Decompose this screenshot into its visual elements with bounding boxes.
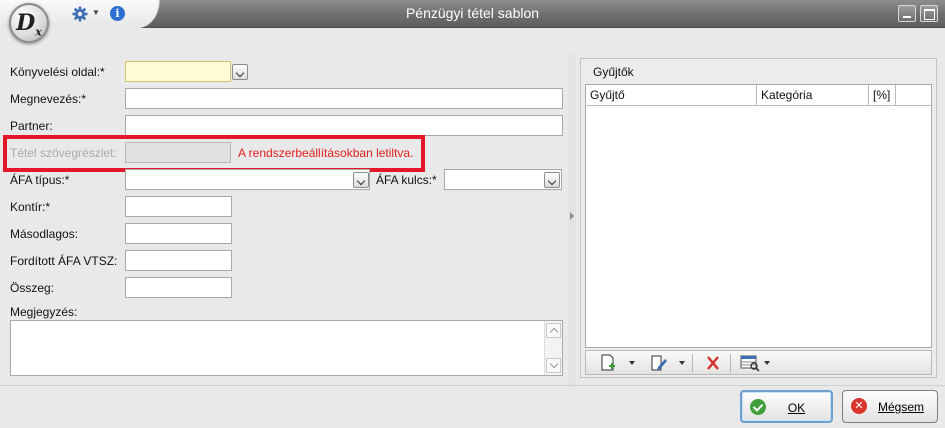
minimize-button[interactable] bbox=[898, 5, 916, 22]
highlight-frame bbox=[3, 135, 425, 172]
ok-button[interactable]: OK bbox=[740, 390, 833, 423]
afa-kulcs-dropdown-button[interactable] bbox=[544, 172, 560, 188]
gyujtok-toolbar bbox=[585, 350, 932, 375]
partner-field[interactable] bbox=[125, 115, 563, 136]
column-header-gyujto[interactable]: Gyűjtő bbox=[586, 85, 757, 106]
app-logo[interactable]: Dx bbox=[9, 3, 49, 43]
grid-view-icon[interactable] bbox=[740, 354, 760, 372]
megnevezes-field[interactable] bbox=[125, 88, 563, 109]
column-header-percent[interactable]: [%] bbox=[869, 85, 896, 106]
toolbar-separator bbox=[692, 354, 693, 372]
osszeg-field[interactable] bbox=[125, 277, 232, 298]
form-panel: Könyvelési oldal:* Megnevezés:* Partner:… bbox=[0, 55, 568, 385]
cancel-button-label: Mégsem bbox=[877, 400, 924, 414]
grid-header: Gyűjtő Kategória [%] bbox=[586, 85, 931, 106]
megjegyzes-textarea[interactable] bbox=[10, 320, 563, 376]
masodlagos-field[interactable] bbox=[125, 223, 232, 244]
partner-label: Partner: bbox=[10, 119, 53, 133]
osszeg-label: Összeg: bbox=[10, 281, 55, 295]
new-icon[interactable] bbox=[600, 354, 616, 372]
megnevezes-label: Megnevezés:* bbox=[10, 92, 87, 106]
delete-icon[interactable] bbox=[705, 354, 721, 372]
textarea-scrollbar[interactable] bbox=[544, 321, 562, 375]
ok-button-label: OK bbox=[787, 401, 806, 415]
masodlagos-label: Másodlagos: bbox=[10, 227, 79, 241]
title-bar: ▼ i Pénzügyi tétel sablon bbox=[0, 0, 945, 28]
maximize-button[interactable] bbox=[920, 5, 938, 22]
afa-tipus-dropdown-button[interactable] bbox=[353, 172, 369, 188]
scroll-up-icon[interactable] bbox=[546, 323, 561, 338]
toolbar-separator bbox=[730, 354, 731, 372]
megjegyzes-text bbox=[11, 321, 562, 327]
chevron-down-icon[interactable] bbox=[679, 361, 685, 365]
afa-kulcs-label: ÁFA kulcs:* bbox=[376, 173, 437, 187]
konyvelesi-oldal-select[interactable] bbox=[125, 61, 231, 82]
forditott-afa-vtsz-label: Fordított ÁFA VTSZ: bbox=[10, 254, 118, 268]
gyujtok-group: Gyűjtők Gyűjtő Kategória [%] bbox=[580, 58, 937, 378]
konyvelesi-oldal-dropdown-button[interactable] bbox=[232, 64, 248, 80]
gyujtok-grid[interactable]: Gyűjtő Kategória [%] bbox=[585, 84, 932, 348]
kontir-label: Kontír:* bbox=[10, 200, 51, 214]
footer-divider bbox=[0, 385, 945, 386]
window-title: Pénzügyi tétel sablon bbox=[405, 5, 540, 21]
cancel-button[interactable]: ✕ Mégsem bbox=[842, 390, 938, 423]
chevron-down-icon[interactable] bbox=[629, 361, 635, 365]
forditott-afa-vtsz-field[interactable] bbox=[125, 250, 232, 271]
column-header-kategoria[interactable]: Kategória bbox=[757, 85, 869, 106]
edit-icon[interactable] bbox=[650, 354, 668, 372]
gyujtok-title: Gyűjtők bbox=[593, 65, 634, 79]
megjegyzes-label: Megjegyzés: bbox=[10, 305, 78, 319]
konyvelesi-oldal-label: Könyvelési oldal:* bbox=[10, 65, 105, 79]
scroll-down-icon[interactable] bbox=[546, 358, 561, 373]
kontir-field[interactable] bbox=[125, 196, 232, 217]
afa-tipus-label: ÁFA típus:* bbox=[10, 173, 70, 187]
panel-splitter[interactable] bbox=[568, 55, 576, 385]
chevron-down-icon[interactable] bbox=[764, 361, 770, 365]
afa-tipus-select[interactable] bbox=[125, 169, 370, 190]
